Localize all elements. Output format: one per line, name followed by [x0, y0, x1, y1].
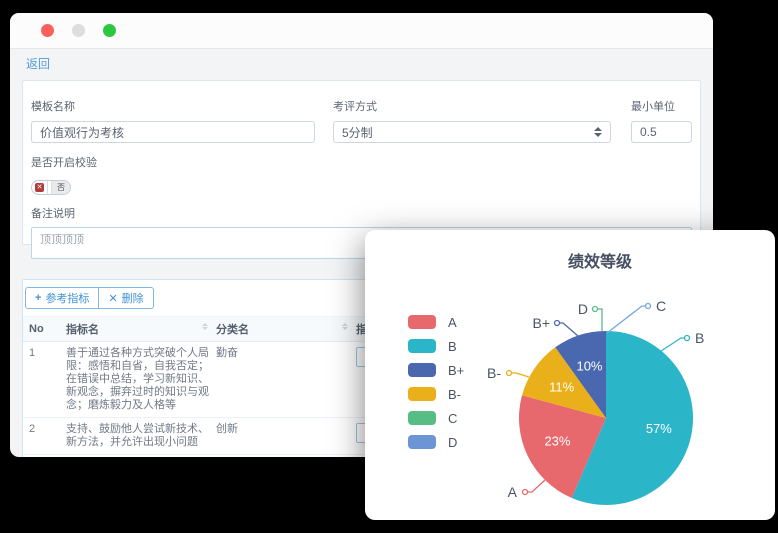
eval-method-label: 考评方式	[333, 98, 611, 114]
row-number-cell: 3	[23, 455, 63, 458]
svg-text:57%: 57%	[646, 421, 672, 436]
category-cell: 创新	[213, 455, 353, 458]
plus-icon: +	[35, 292, 41, 304]
close-window-button[interactable]	[41, 24, 54, 37]
validation-toggle[interactable]: ✕ 否	[31, 180, 71, 195]
svg-text:B+: B+	[532, 315, 550, 331]
row-number-cell: 2	[23, 418, 63, 455]
sort-icon[interactable]	[202, 323, 208, 330]
svg-text:A: A	[508, 484, 518, 500]
minimize-window-button[interactable]	[72, 24, 85, 37]
svg-text:11%: 11%	[549, 379, 574, 394]
toggle-state-label: 否	[52, 181, 70, 194]
eval-method-select[interactable]: 5分制	[333, 121, 611, 143]
toggle-x-icon: ✕	[32, 181, 47, 194]
performance-chart-card: 绩效等级 A B B+ B- C	[365, 230, 775, 520]
category-cell: 勤奋	[213, 342, 353, 418]
template-name-label: 模板名称	[31, 98, 315, 114]
form-panel: 模板名称 考评方式 5分制 最小单位 是否开	[22, 80, 701, 245]
min-unit-input[interactable]	[631, 121, 692, 143]
min-unit-label: 最小单位	[631, 98, 692, 114]
screenshot-stage: 返回 模板名称 考评方式 5分制 最小单位	[0, 0, 778, 533]
sort-icon[interactable]	[342, 323, 348, 330]
add-indicator-button[interactable]: + 参考指标	[25, 287, 99, 309]
column-header-name[interactable]: 指标名	[63, 317, 213, 342]
svg-text:B-: B-	[487, 365, 501, 381]
select-arrows-icon	[594, 127, 602, 137]
svg-text:B: B	[695, 330, 704, 346]
remark-label: 备注说明	[31, 205, 692, 221]
eval-method-value: 5分制	[342, 124, 373, 141]
indicator-name-cell: 保持开放心态、好奇心及求知欲，敢于质疑及尝试	[63, 455, 213, 458]
back-link[interactable]: 返回	[26, 55, 50, 72]
indicator-name-cell: 善于通过各种方式突破个人局限：感悟和自省，自我否定；在错误中总结，学习新知识、新…	[63, 342, 213, 418]
template-name-input[interactable]	[31, 121, 315, 143]
category-cell: 创新	[213, 418, 353, 455]
delete-button[interactable]: ✕ 删除	[99, 287, 153, 309]
pie-chart[interactable]: 57% 23% 11%10% B C D B+ B- A	[365, 230, 775, 520]
column-header-no[interactable]: No	[23, 317, 63, 342]
svg-text:C: C	[656, 298, 666, 314]
svg-text:10%: 10%	[576, 359, 602, 374]
indicator-name-cell: 支持、鼓励他人尝试新技术、新方法，并允许出现小问题	[63, 418, 213, 455]
column-header-category[interactable]: 分类名	[213, 317, 353, 342]
svg-text:23%: 23%	[544, 434, 570, 449]
titlebar	[10, 13, 713, 49]
svg-text:D: D	[578, 301, 588, 317]
validation-label: 是否开启校验	[31, 154, 692, 170]
row-number-cell: 1	[23, 342, 63, 418]
zoom-window-button[interactable]	[103, 24, 116, 37]
table-toolbar: + 参考指标 ✕ 删除	[25, 287, 154, 309]
x-icon: ✕	[108, 292, 117, 305]
